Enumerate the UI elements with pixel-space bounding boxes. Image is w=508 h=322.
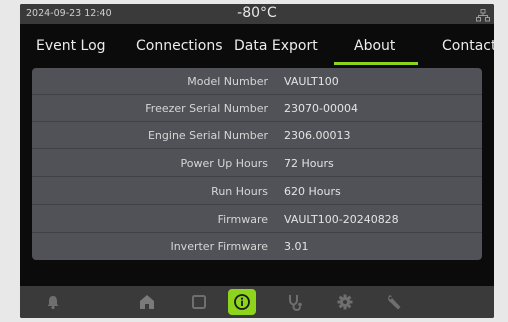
info-value: 620 Hours bbox=[284, 185, 341, 198]
temperature-readout: -80°C bbox=[237, 5, 277, 21]
bottom-nav-bar bbox=[20, 286, 494, 318]
info-label: Power Up Hours bbox=[180, 157, 268, 170]
info-label: Freezer Serial Number bbox=[145, 102, 268, 115]
info-value: 72 Hours bbox=[284, 157, 334, 170]
info-value: 2306.00013 bbox=[284, 129, 351, 142]
wrench-icon[interactable] bbox=[384, 291, 406, 313]
network-icon bbox=[476, 7, 490, 22]
info-label: Engine Serial Number bbox=[147, 129, 268, 142]
status-bar: 2024-09-23 12:40 -80°C bbox=[20, 4, 494, 24]
info-value: VAULT100 bbox=[284, 75, 339, 88]
info-label: Run Hours bbox=[211, 185, 268, 198]
info-value: 3.01 bbox=[284, 240, 309, 253]
info-row-engine-serial: Engine Serial Number 2306.00013 bbox=[32, 122, 482, 149]
info-value: 23070-00004 bbox=[284, 102, 358, 115]
square-icon[interactable] bbox=[188, 291, 210, 313]
info-label: Firmware bbox=[217, 213, 268, 226]
stethoscope-icon[interactable] bbox=[284, 291, 306, 313]
device-screen: 2024-09-23 12:40 -80°C Event Log Connect… bbox=[20, 4, 494, 318]
info-row-freezer-serial: Freezer Serial Number 23070-00004 bbox=[32, 95, 482, 122]
home-icon[interactable] bbox=[136, 291, 158, 313]
tab-contact[interactable]: Contact bbox=[442, 38, 494, 54]
tab-event-log[interactable]: Event Log bbox=[36, 38, 106, 54]
info-icon[interactable] bbox=[231, 291, 253, 313]
active-tab-indicator bbox=[334, 62, 418, 65]
info-value: VAULT100-20240828 bbox=[284, 213, 399, 226]
info-row-power-up-hours: Power Up Hours 72 Hours bbox=[32, 150, 482, 177]
info-row-run-hours: Run Hours 620 Hours bbox=[32, 178, 482, 205]
info-row-firmware: Firmware VAULT100-20240828 bbox=[32, 206, 482, 233]
info-row-inverter-firmware: Inverter Firmware 3.01 bbox=[32, 233, 482, 260]
about-info-panel: Model Number VAULT100 Freezer Serial Num… bbox=[32, 68, 482, 260]
bell-icon[interactable] bbox=[42, 291, 64, 313]
tab-connections[interactable]: Connections bbox=[136, 38, 223, 54]
tab-about[interactable]: About bbox=[354, 38, 395, 54]
info-label: Model Number bbox=[187, 75, 268, 88]
tab-bar: Event Log Connections Data Export About … bbox=[20, 24, 494, 66]
info-row-model-number: Model Number VAULT100 bbox=[32, 68, 482, 95]
tab-data-export[interactable]: Data Export bbox=[234, 38, 318, 54]
info-label: Inverter Firmware bbox=[170, 240, 268, 253]
gear-icon[interactable] bbox=[334, 291, 356, 313]
